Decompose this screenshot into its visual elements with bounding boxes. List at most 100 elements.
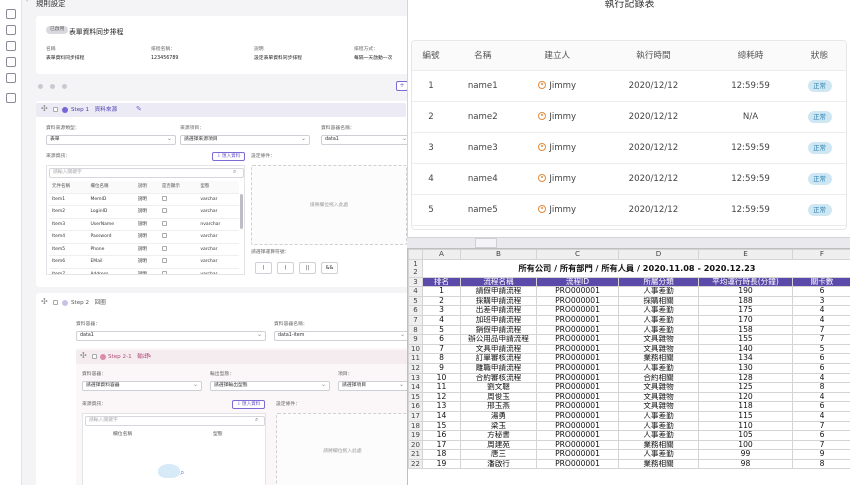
row-number[interactable]: 4 — [408, 286, 423, 297]
cell[interactable]: 7 — [792, 439, 850, 451]
operator-button[interactable]: && — [321, 262, 338, 274]
cell[interactable]: PRO000001 — [536, 324, 619, 336]
cell[interactable]: 6 — [792, 362, 850, 374]
search-icon[interactable]: ⌕ — [255, 416, 258, 424]
cell[interactable]: 105 — [698, 430, 793, 441]
report-icon[interactable] — [6, 93, 16, 103]
cell[interactable]: 14 — [422, 410, 461, 422]
cell[interactable]: 6 — [792, 353, 850, 364]
table-row[interactable]: 3 name3 Jimmy 2020/12/12 12:59:59 正常 — [412, 132, 846, 164]
row-number[interactable]: 21 — [408, 449, 423, 460]
cell[interactable]: 8 — [792, 382, 850, 393]
row-number[interactable]: 7 — [408, 314, 423, 326]
cell[interactable]: 周建苑 — [460, 439, 537, 451]
cell[interactable]: 7 — [792, 420, 850, 432]
cell[interactable]: 人事差勤 — [618, 362, 699, 374]
status-badge[interactable]: 正常 — [807, 203, 832, 216]
row-number[interactable]: 22 — [408, 458, 423, 470]
resize-handle[interactable] — [475, 238, 497, 248]
cell[interactable]: 19 — [422, 458, 461, 470]
cell[interactable]: PRO000001 — [536, 314, 619, 326]
cell[interactable]: PRO000001 — [536, 353, 619, 364]
row-number[interactable]: 17 — [408, 410, 423, 422]
cell[interactable]: 4 — [792, 314, 850, 326]
cell[interactable]: PRO000001 — [536, 382, 619, 393]
status-badge[interactable]: 正常 — [807, 172, 832, 185]
column-letter[interactable]: B — [460, 249, 537, 260]
cell[interactable]: 辦公用品申請流程 — [460, 334, 537, 345]
cell[interactable]: 6 — [792, 430, 850, 441]
cell[interactable]: PRO000001 — [536, 295, 619, 307]
row-number[interactable]: 8 — [408, 324, 423, 336]
cell[interactable]: 9 — [792, 449, 850, 460]
cell[interactable]: 1 — [422, 286, 461, 297]
cell[interactable]: PRO000001 — [536, 401, 619, 412]
row-number[interactable]: 13 — [408, 372, 423, 384]
column-letter[interactable]: C — [536, 249, 619, 260]
table-row[interactable]: Item4 Password 說明 varchar — [49, 230, 239, 244]
cell[interactable]: 4 — [422, 314, 461, 326]
cell[interactable]: 4 — [792, 391, 850, 403]
table-row[interactable]: Item5 Phone 說明 varchar — [49, 243, 239, 256]
cell[interactable]: 邢玉燕 — [460, 401, 537, 412]
cell[interactable]: 110 — [698, 420, 793, 432]
cell[interactable]: 5 — [422, 324, 461, 336]
cell[interactable]: 10 — [422, 372, 461, 384]
cell[interactable]: 人事差勤 — [618, 324, 699, 336]
cell[interactable]: 11 — [422, 382, 461, 393]
output-container-select[interactable]: 請選擇資料容器 — [82, 381, 202, 391]
cell[interactable]: 銷假申請流程 — [460, 324, 537, 336]
column-header[interactable]: 平均運行時長(分鐘) — [698, 276, 793, 288]
table-row[interactable]: Item7 Address 說明 varchar — [49, 268, 239, 274]
cell[interactable]: 100 — [698, 439, 793, 451]
output-drop-zone[interactable]: 請將欄位拖入此處 — [276, 413, 407, 485]
show-checkbox[interactable] — [161, 220, 167, 226]
document-icon[interactable] — [6, 25, 16, 35]
column-header[interactable]: 所屬分類 — [618, 276, 699, 288]
row-number[interactable]: 11 — [408, 353, 423, 364]
show-checkbox[interactable] — [161, 233, 167, 238]
table-row[interactable]: 4 name4 Jimmy 2020/12/12 12:59:59 正常 — [412, 163, 846, 195]
cell[interactable]: 15 — [422, 420, 461, 432]
cell[interactable]: 8 — [792, 458, 850, 470]
cell[interactable]: PRO000001 — [536, 362, 619, 374]
cell[interactable]: 文具申請流程 — [460, 343, 537, 355]
cell[interactable]: 12 — [422, 391, 461, 403]
back-arrow-icon[interactable]: ‹ — [26, 0, 28, 4]
cell[interactable]: 18 — [422, 449, 461, 460]
cell[interactable]: 7 — [422, 343, 461, 355]
cell[interactable]: 13 — [422, 401, 461, 412]
cell[interactable]: 訂單審核流程 — [460, 353, 537, 364]
cell[interactable]: 188 — [698, 295, 793, 307]
column-header[interactable]: 排名 — [422, 276, 461, 288]
cell[interactable]: 158 — [698, 324, 793, 336]
cell[interactable]: 人事差勤 — [618, 314, 699, 326]
cell[interactable]: 4 — [792, 305, 850, 316]
row-number[interactable]: 12 — [408, 258, 423, 278]
step1-header[interactable]: ✣ Step 1 資料來源 ✎ — [36, 103, 406, 117]
step2-header[interactable]: ✣ Step 2 回圈 — [36, 296, 406, 310]
cell[interactable]: PRO000001 — [536, 343, 619, 355]
table-row[interactable]: 2 name2 Jimmy 2020/12/12 N/A 正常 — [412, 101, 846, 133]
cell[interactable]: 文具雜物 — [618, 401, 699, 412]
cell[interactable]: 梁玉 — [460, 420, 537, 432]
cell[interactable]: 120 — [698, 391, 793, 403]
loop-container-select[interactable]: data1 — [76, 331, 266, 341]
cell[interactable]: 134 — [698, 353, 793, 364]
add-step-button[interactable]: + — [396, 81, 407, 91]
cell[interactable]: 7 — [792, 324, 850, 336]
show-checkbox[interactable] — [161, 270, 167, 274]
toolbar-dot-icon[interactable] — [50, 84, 55, 89]
cell[interactable]: 唐三 — [460, 449, 537, 460]
cell[interactable]: 採購相關 — [618, 295, 699, 307]
cell[interactable]: 125 — [698, 382, 793, 393]
row-number[interactable]: 3 — [408, 276, 423, 288]
cell[interactable]: 5 — [792, 343, 850, 355]
import-data-button[interactable]: ⇩ 匯入資料 — [212, 152, 245, 161]
cell[interactable]: PRO000001 — [536, 334, 619, 345]
cell[interactable]: 劉文聰 — [460, 382, 537, 393]
cell[interactable]: 4 — [792, 372, 850, 384]
cell[interactable]: 人事差勤 — [618, 410, 699, 422]
cell[interactable]: 文具雜物 — [618, 391, 699, 403]
cell[interactable]: 人事差勤 — [618, 449, 699, 460]
